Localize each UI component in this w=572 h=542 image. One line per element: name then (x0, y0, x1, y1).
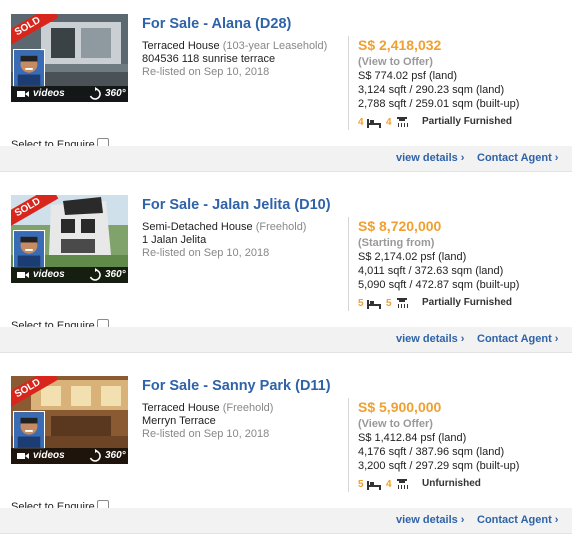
listing-card: SOLD videos 360° For Sale - Alana (D28) … (0, 0, 572, 172)
bathroom-count: 5 (386, 298, 392, 309)
bed-icon (367, 481, 381, 490)
listing-title[interactable]: For Sale - Sanny Park (D11) (142, 378, 331, 394)
media-bar: videos 360° (11, 267, 128, 283)
relisted-date: Re-listed on Sep 10, 2018 (142, 428, 270, 440)
listing-footer: view details › Contact Agent › (0, 508, 572, 534)
property-type: Terraced House (Freehold) (142, 402, 273, 414)
furnishing-status: Partially Furnished (422, 297, 513, 308)
divider (348, 398, 349, 492)
relisted-date: Re-listed on Sep 10, 2018 (142, 66, 270, 78)
price: S$ 8,720,000 (358, 218, 442, 234)
view-details-link[interactable]: view details › (396, 333, 464, 345)
listing-footer: view details › Contact Agent › (0, 327, 572, 353)
listing-title[interactable]: For Sale - Alana (D28) (142, 16, 291, 32)
furnishing-status: Unfurnished (422, 478, 481, 489)
price-psf: S$ 2,174.02 psf (land) (358, 251, 467, 263)
shower-icon (397, 117, 408, 127)
price-psf: S$ 774.02 psf (land) (358, 70, 458, 82)
price-psf: S$ 1,412.84 psf (land) (358, 432, 467, 444)
listing-footer: view details › Contact Agent › (0, 146, 572, 172)
property-type-label: Terraced House (142, 402, 220, 414)
price-note: (Starting from) (358, 237, 435, 249)
listing-title[interactable]: For Sale - Jalan Jelita (D10) (142, 197, 331, 213)
divider (348, 217, 349, 311)
bedroom-count: 4 (358, 117, 364, 128)
price-note: (View to Offer) (358, 418, 433, 430)
divider (348, 36, 349, 130)
videos-label[interactable]: videos (33, 88, 65, 99)
video-camera-icon (17, 453, 29, 459)
rotate-360-icon (89, 449, 101, 462)
property-type-label: Terraced House (142, 40, 220, 52)
furnishing-status: Partially Furnished (422, 116, 513, 127)
land-area: 4,176 sqft / 387.96 sqm (land) (358, 446, 505, 458)
builtup-area: 3,200 sqft / 297.29 sqm (built-up) (358, 460, 520, 472)
view-details-link[interactable]: view details › (396, 152, 464, 164)
contact-agent-link[interactable]: Contact Agent › (477, 333, 558, 345)
listing-card: SOLD videos 360° For Sale - Sanny Park (… (0, 362, 572, 534)
listing-thumbnail[interactable]: SOLD videos 360° (11, 14, 128, 102)
property-type: Semi-Detached House (Freehold) (142, 221, 306, 233)
listing-body: SOLD videos 360° For Sale - Alana (D28) … (0, 0, 572, 151)
tenure: (103-year Leasehold) (222, 40, 328, 52)
tenure: (Freehold) (222, 402, 274, 414)
property-type: Terraced House (103-year Leasehold) (142, 40, 327, 52)
price-note: (View to Offer) (358, 56, 433, 68)
bed-icon (367, 300, 381, 309)
bed-icon (367, 119, 381, 128)
address: 804536 118 sunrise terrace (142, 53, 276, 65)
video-camera-icon (17, 91, 29, 97)
price: S$ 5,900,000 (358, 399, 442, 415)
bathroom-count: 4 (386, 117, 392, 128)
tenure: (Freehold) (255, 221, 307, 233)
shower-icon (397, 298, 408, 308)
shower-icon (397, 479, 408, 489)
bedroom-count: 5 (358, 298, 364, 309)
rotate-360-icon (89, 268, 101, 281)
media-bar: videos 360° (11, 86, 128, 102)
agent-photo (13, 411, 45, 449)
contact-agent-link[interactable]: Contact Agent › (477, 514, 558, 526)
builtup-area: 5,090 sqft / 472.87 sqm (built-up) (358, 279, 520, 291)
rotate-360-icon (89, 87, 101, 100)
agent-photo (13, 49, 45, 87)
videos-label[interactable]: videos (33, 269, 65, 280)
listing-body: SOLD videos 360° For Sale - Jalan Jelita… (0, 181, 572, 332)
contact-agent-link[interactable]: Contact Agent › (477, 152, 558, 164)
agent-photo (13, 230, 45, 268)
address: Merryn Terrace (142, 415, 216, 427)
tour-360-label[interactable]: 360° (105, 88, 126, 99)
tour-360-label[interactable]: 360° (105, 450, 126, 461)
listing-card: SOLD videos 360° For Sale - Jalan Jelita… (0, 181, 572, 353)
builtup-area: 2,788 sqft / 259.01 sqm (built-up) (358, 98, 520, 110)
address: 1 Jalan Jelita (142, 234, 207, 246)
price: S$ 2,418,032 (358, 37, 442, 53)
bathroom-count: 4 (386, 479, 392, 490)
land-area: 3,124 sqft / 290.23 sqm (land) (358, 84, 505, 96)
view-details-link[interactable]: view details › (396, 514, 464, 526)
bedroom-count: 5 (358, 479, 364, 490)
videos-label[interactable]: videos (33, 450, 65, 461)
media-bar: videos 360° (11, 448, 128, 464)
listing-thumbnail[interactable]: SOLD videos 360° (11, 195, 128, 283)
listing-thumbnail[interactable]: SOLD videos 360° (11, 376, 128, 464)
tour-360-label[interactable]: 360° (105, 269, 126, 280)
property-type-label: Semi-Detached House (142, 221, 253, 233)
video-camera-icon (17, 272, 29, 278)
relisted-date: Re-listed on Sep 10, 2018 (142, 247, 270, 259)
land-area: 4,011 sqft / 372.63 sqm (land) (358, 265, 504, 277)
listing-body: SOLD videos 360° For Sale - Sanny Park (… (0, 362, 572, 513)
